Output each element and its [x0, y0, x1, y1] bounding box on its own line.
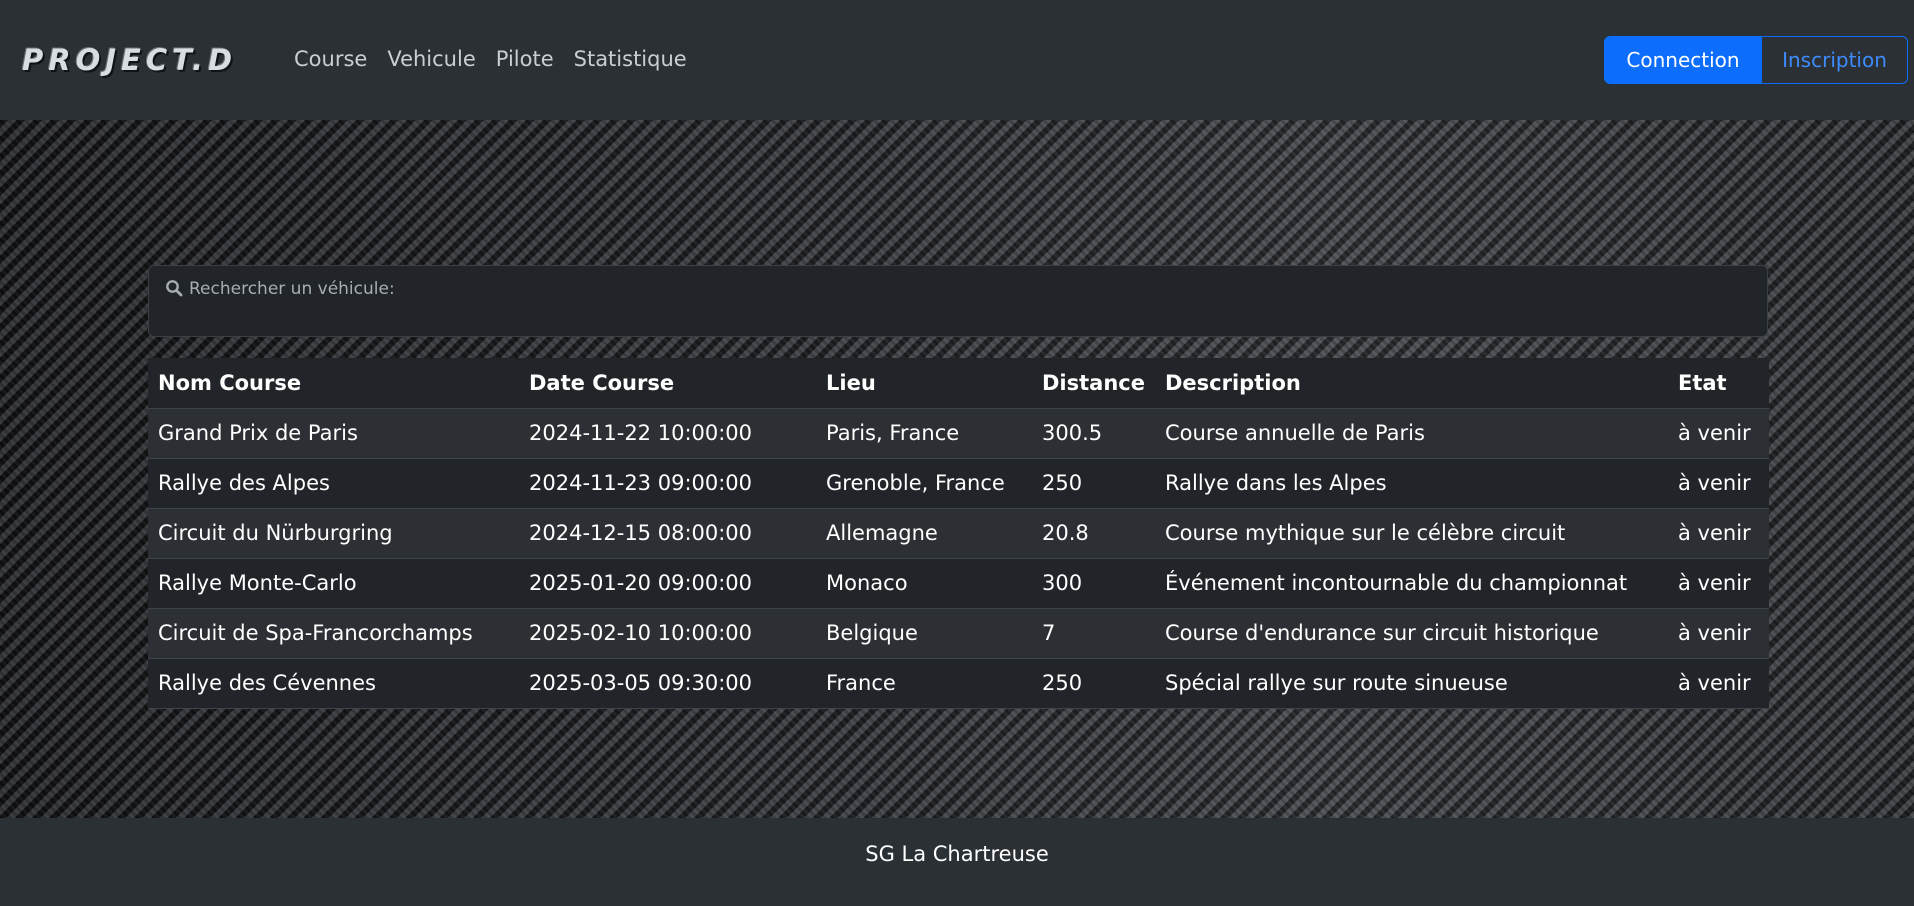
navbar: PROJECT.D Course Vehicule Pilote Statist…: [0, 0, 1914, 120]
column-header-date-course: Date Course: [519, 358, 816, 409]
cell-date-course: 2025-01-20 09:00:00: [519, 558, 816, 609]
main-nav: Course Vehicule Pilote Statistique: [294, 44, 687, 74]
cell-description: Course annuelle de Paris: [1155, 408, 1668, 459]
column-header-lieu: Lieu: [816, 358, 1032, 409]
cell-etat: à venir: [1668, 658, 1769, 709]
cell-distance: 20.8: [1032, 508, 1155, 559]
cell-distance: 300.5: [1032, 408, 1155, 459]
table-row: Rallye Monte-Carlo 2025-01-20 09:00:00 M…: [148, 558, 1769, 609]
cell-distance: 250: [1032, 458, 1155, 509]
cell-nom-course: Circuit de Spa-Francorchamps: [148, 608, 519, 659]
column-header-distance: Distance: [1032, 358, 1155, 409]
table-row: Circuit du Nürburgring 2024-12-15 08:00:…: [148, 508, 1769, 559]
cell-etat: à venir: [1668, 608, 1769, 659]
cell-date-course: 2024-12-15 08:00:00: [519, 508, 816, 559]
cell-distance: 250: [1032, 658, 1155, 709]
vehicle-search-input[interactable]: [187, 274, 1751, 304]
cell-distance: 300: [1032, 558, 1155, 609]
column-header-description: Description: [1155, 358, 1668, 409]
cell-etat: à venir: [1668, 458, 1769, 509]
cell-date-course: 2025-03-05 09:30:00: [519, 658, 816, 709]
search-box: [148, 265, 1768, 337]
main-content: Nom Course Date Course Lieu Distance Des…: [0, 120, 1914, 818]
table-row: Circuit de Spa-Francorchamps 2025-02-10 …: [148, 608, 1769, 659]
cell-lieu: Monaco: [816, 558, 1032, 609]
cell-description: Rallye dans les Alpes: [1155, 458, 1668, 509]
cell-description: Spécial rallye sur route sinueuse: [1155, 658, 1668, 709]
cell-nom-course: Grand Prix de Paris: [148, 408, 519, 459]
cell-date-course: 2025-02-10 10:00:00: [519, 608, 816, 659]
cell-description: Course mythique sur le célèbre circuit: [1155, 508, 1668, 559]
footer-text: SG La Chartreuse: [865, 842, 1049, 866]
table-row: Rallye des Cévennes 2025-03-05 09:30:00 …: [148, 658, 1769, 709]
nav-link-statistique[interactable]: Statistique: [574, 44, 687, 74]
column-header-etat: Etat: [1668, 358, 1769, 409]
cell-lieu: Belgique: [816, 608, 1032, 659]
cell-nom-course: Rallye Monte-Carlo: [148, 558, 519, 609]
cell-etat: à venir: [1668, 558, 1769, 609]
table-row: Rallye des Alpes 2024-11-23 09:00:00 Gre…: [148, 458, 1769, 509]
cell-nom-course: Circuit du Nürburgring: [148, 508, 519, 559]
nav-link-course[interactable]: Course: [294, 44, 367, 74]
cell-nom-course: Rallye des Alpes: [148, 458, 519, 509]
cell-distance: 7: [1032, 608, 1155, 659]
inscription-button[interactable]: Inscription: [1761, 37, 1907, 83]
cell-date-course: 2024-11-23 09:00:00: [519, 458, 816, 509]
column-header-nom-course: Nom Course: [148, 358, 519, 409]
cell-nom-course: Rallye des Cévennes: [148, 658, 519, 709]
cell-lieu: Grenoble, France: [816, 458, 1032, 509]
cell-description: Course d'endurance sur circuit historiqu…: [1155, 608, 1668, 659]
cell-lieu: Allemagne: [816, 508, 1032, 559]
nav-link-pilote[interactable]: Pilote: [496, 44, 554, 74]
brand-logo[interactable]: PROJECT.D: [22, 44, 237, 76]
table-row: Grand Prix de Paris 2024-11-22 10:00:00 …: [148, 408, 1769, 459]
search-icon: [165, 279, 183, 297]
cell-date-course: 2024-11-22 10:00:00: [519, 408, 816, 459]
cell-description: Événement incontournable du championnat: [1155, 558, 1668, 609]
cell-lieu: France: [816, 658, 1032, 709]
table-header-row: Nom Course Date Course Lieu Distance Des…: [148, 358, 1769, 409]
connection-button[interactable]: Connection: [1605, 37, 1761, 83]
races-table: Nom Course Date Course Lieu Distance Des…: [148, 358, 1769, 709]
cell-etat: à venir: [1668, 508, 1769, 559]
cell-etat: à venir: [1668, 408, 1769, 459]
nav-link-vehicule[interactable]: Vehicule: [387, 44, 475, 74]
auth-button-group: Connection Inscription: [1604, 36, 1908, 84]
footer: SG La Chartreuse: [0, 818, 1914, 906]
cell-lieu: Paris, France: [816, 408, 1032, 459]
